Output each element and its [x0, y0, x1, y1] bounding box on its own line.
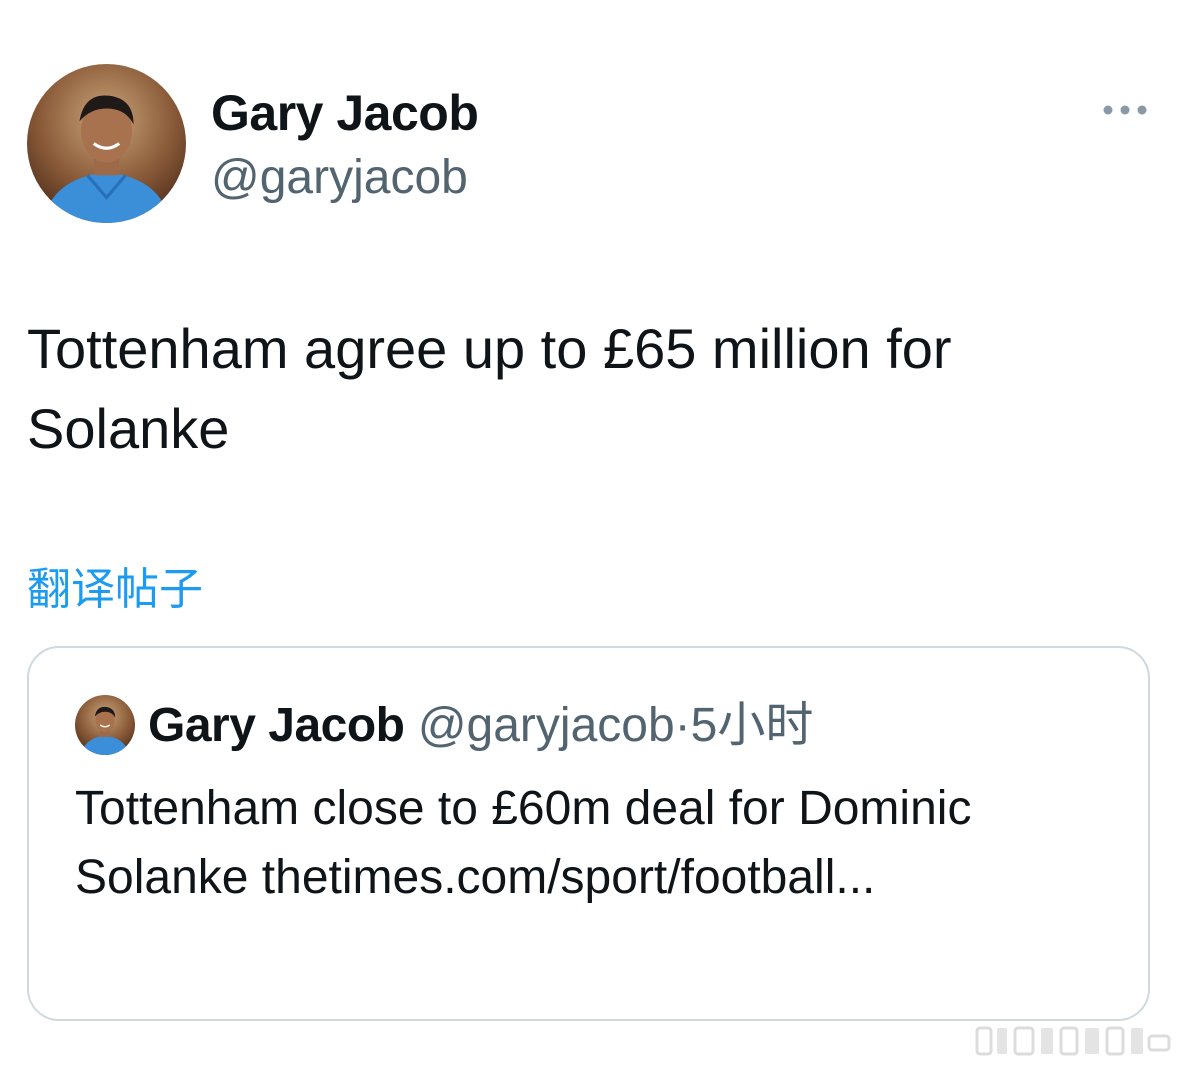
quoted-tweet-card[interactable]: Gary Jacob @garyjacob·5小时 Tottenham clos…: [27, 646, 1150, 1021]
quoted-tweet-text: Tottenham close to £60m deal for Dominic…: [75, 782, 972, 904]
quoted-tweet-time: 5小时: [690, 699, 814, 752]
translate-post-link[interactable]: 翻译帖子: [27, 553, 203, 617]
more-options-button[interactable]: [1096, 92, 1154, 128]
more-horizontal-icon: [1103, 105, 1147, 115]
author-handle[interactable]: @garyjacob: [211, 150, 468, 205]
watermark-icon: [975, 1026, 1171, 1056]
quoted-author-display-name: Gary Jacob: [148, 699, 405, 752]
avatar-photo-icon: [27, 64, 186, 223]
tweet-page: Gary Jacob @garyjacob Tottenham agree up…: [0, 0, 1179, 1068]
avatar-photo-icon: [75, 695, 135, 755]
quoted-author-avatar: [75, 695, 135, 755]
author-avatar[interactable]: [27, 64, 186, 223]
quoted-author-handle: @garyjacob: [417, 699, 675, 752]
separator-dot: ·: [674, 699, 691, 752]
tweet-text: Tottenham agree up to £65 million for So…: [27, 317, 952, 460]
quoted-tweet-header: Gary Jacob @garyjacob·5小时: [148, 698, 813, 754]
author-display-name[interactable]: Gary Jacob: [211, 84, 479, 142]
